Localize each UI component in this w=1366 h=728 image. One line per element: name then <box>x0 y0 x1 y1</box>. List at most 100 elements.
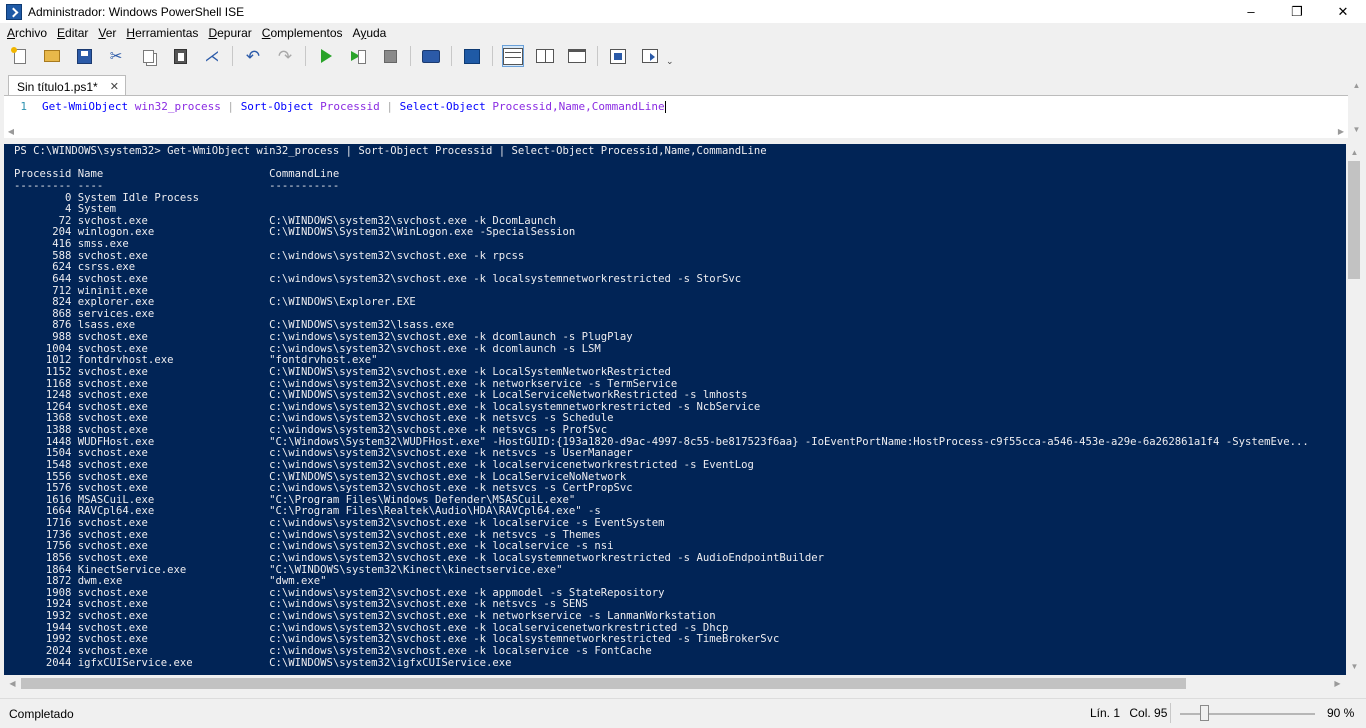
script-token: Sort-Object <box>240 100 314 113</box>
text-caret <box>664 101 666 113</box>
clear-console-button[interactable]: ⋌ <box>201 45 223 67</box>
column-indicator: Col. 95 <box>1129 706 1168 720</box>
redo-button[interactable]: ↷ <box>274 45 296 67</box>
tab-script[interactable]: Sin título1.ps1* ✕ <box>8 75 126 97</box>
script-token: Select-Object <box>399 100 486 113</box>
addon-icon <box>610 48 626 64</box>
run-selection-button[interactable] <box>347 45 369 67</box>
show-commands-button[interactable] <box>607 45 629 67</box>
redo-icon: ↷ <box>277 46 293 66</box>
menu-complementos[interactable]: Complementos <box>257 26 348 40</box>
toolbar-separator <box>451 46 452 66</box>
scroll-right-icon[interactable]: ▶ <box>1329 675 1346 692</box>
console-row: 1872 dwm.exe "dwm.exe" <box>14 575 327 588</box>
save-icon <box>76 48 92 64</box>
console-row: 1716 svchost.exe c:\windows\system32\svc… <box>14 517 665 529</box>
layout-right-button[interactable] <box>534 45 556 67</box>
title-bar: Administrador: Windows PowerShell ISE – … <box>0 0 1366 23</box>
menu-ayuda[interactable]: Ayuda <box>348 26 392 40</box>
layout-top-button[interactable] <box>502 45 524 67</box>
console-row: 644 svchost.exe c:\windows\system32\svch… <box>14 272 742 285</box>
new-button[interactable] <box>9 45 31 67</box>
script-line[interactable]: 1 Get-WmiObject win32_process | Sort-Obj… <box>4 100 666 114</box>
paste-button[interactable] <box>169 45 191 67</box>
status-text: Completado <box>9 706 74 721</box>
scroll-left-icon[interactable]: ◀ <box>4 124 18 138</box>
window-title: Administrador: Windows PowerShell ISE <box>28 4 245 19</box>
console-row: 4 System <box>14 203 117 216</box>
layout-top-icon <box>503 47 523 65</box>
run-script-button[interactable] <box>315 45 337 67</box>
undo-button[interactable]: ↶ <box>242 45 264 67</box>
open-button[interactable] <box>41 45 63 67</box>
stop-button[interactable] <box>379 45 401 67</box>
scroll-down-icon[interactable]: ▼ <box>1346 658 1363 675</box>
line-number: 1 <box>20 100 27 113</box>
console-output[interactable]: PS C:\WINDOWS\system32> Get-WmiObject wi… <box>14 145 1309 669</box>
console-row: 1388 svchost.exe c:\windows\system32\svc… <box>14 424 608 436</box>
script-vertical-scrollbar[interactable]: ▲ ▼ <box>1348 77 1365 138</box>
scroll-up-icon[interactable]: ▲ <box>1348 77 1365 94</box>
toolbar-separator <box>232 46 233 66</box>
console-row: 0 System Idle Process <box>14 191 199 204</box>
console-row: 1576 svchost.exe c:\windows\system32\svc… <box>14 482 633 495</box>
run-icon <box>320 49 332 63</box>
copy-icon <box>142 49 154 63</box>
script-token: Processid <box>320 100 380 113</box>
undo-icon: ↶ <box>245 46 261 66</box>
new-icon <box>14 48 26 64</box>
scroll-down-icon[interactable]: ▼ <box>1348 121 1365 138</box>
script-token: | <box>379 100 400 113</box>
script-code[interactable]: Get-WmiObject win32_process | Sort-Objec… <box>42 100 666 114</box>
copy-button[interactable] <box>137 45 159 67</box>
new-remote-tab-button[interactable] <box>420 45 442 67</box>
window-controls: – ❐ ✕ <box>1228 0 1366 23</box>
zoom-slider-thumb[interactable] <box>1200 705 1210 721</box>
menu-depurar[interactable]: Depurar <box>203 26 256 40</box>
save-button[interactable] <box>73 45 95 67</box>
menu-bar: Archivo Editar Ver Herramientas Depurar Compl… <box>0 23 1366 43</box>
cut-button[interactable]: ✂ <box>105 45 127 67</box>
console-row: 588 svchost.exe c:\windows\system32\svch… <box>14 249 525 262</box>
maximize-button[interactable]: ❐ <box>1274 0 1320 23</box>
console-row: 824 explorer.exe C:\WINDOWS\Explorer.EXE <box>14 296 416 309</box>
paste-icon <box>173 48 187 64</box>
close-button[interactable]: ✕ <box>1320 0 1366 23</box>
console-horizontal-scrollbar[interactable]: ◀ ▶ <box>4 675 1346 692</box>
toolbar-overflow-icon[interactable]: ⌄ <box>666 56 674 67</box>
script-horizontal-scrollbar[interactable]: ◀ ▶ <box>4 124 1348 138</box>
scroll-right-icon[interactable]: ▶ <box>1334 124 1348 138</box>
script-token: Processid,Name,CommandLine <box>492 100 665 113</box>
zoom-level: 90 % <box>1327 706 1355 720</box>
scroll-left-icon[interactable]: ◀ <box>4 675 21 692</box>
console-prompt-line: PS C:\WINDOWS\system32> Get-WmiObject wi… <box>14 145 767 157</box>
layout-max-icon <box>568 49 586 63</box>
menu-ver[interactable]: Ver <box>93 26 121 40</box>
menu-archivo[interactable]: Archivo <box>2 26 52 40</box>
script-token: | <box>220 100 241 113</box>
scrollbar-thumb[interactable] <box>1348 161 1360 279</box>
scroll-up-icon[interactable]: ▲ <box>1346 144 1363 161</box>
minimize-button[interactable]: – <box>1228 0 1274 23</box>
script-token <box>128 100 135 113</box>
console-row: 1248 svchost.exe C:\WINDOWS\system32\svc… <box>14 389 748 402</box>
open-icon <box>44 50 60 62</box>
script-token: Get-WmiObject <box>42 100 129 113</box>
show-addon-button[interactable] <box>639 45 661 67</box>
menu-editar[interactable]: Editar <box>52 26 93 40</box>
script-pane[interactable]: 1 Get-WmiObject win32_process | Sort-Obj… <box>4 95 1348 138</box>
tab-close-icon[interactable]: ✕ <box>110 80 119 93</box>
console-vertical-scrollbar[interactable]: ▲ ▼ <box>1346 144 1363 675</box>
scrollbar-thumb[interactable] <box>21 678 1186 689</box>
powershell-ise-icon <box>6 3 22 20</box>
script-tabs: Sin título1.ps1* ✕ <box>0 69 1366 97</box>
console-pane[interactable]: PS C:\WINDOWS\system32> Get-WmiObject wi… <box>4 144 1346 675</box>
start-powershell-button[interactable] <box>461 45 483 67</box>
console-row: 1548 svchost.exe c:\windows\system32\svc… <box>14 458 754 471</box>
toolbar: ✂ ⋌ ↶ ↷ ⌄ <box>0 43 1366 69</box>
status-separator <box>1170 703 1171 723</box>
toolbar-separator <box>305 46 306 66</box>
layout-maximized-button[interactable] <box>566 45 588 67</box>
console-row: 2024 svchost.exe c:\windows\system32\svc… <box>14 644 652 657</box>
menu-herramientas[interactable]: Herramientas <box>121 26 203 40</box>
